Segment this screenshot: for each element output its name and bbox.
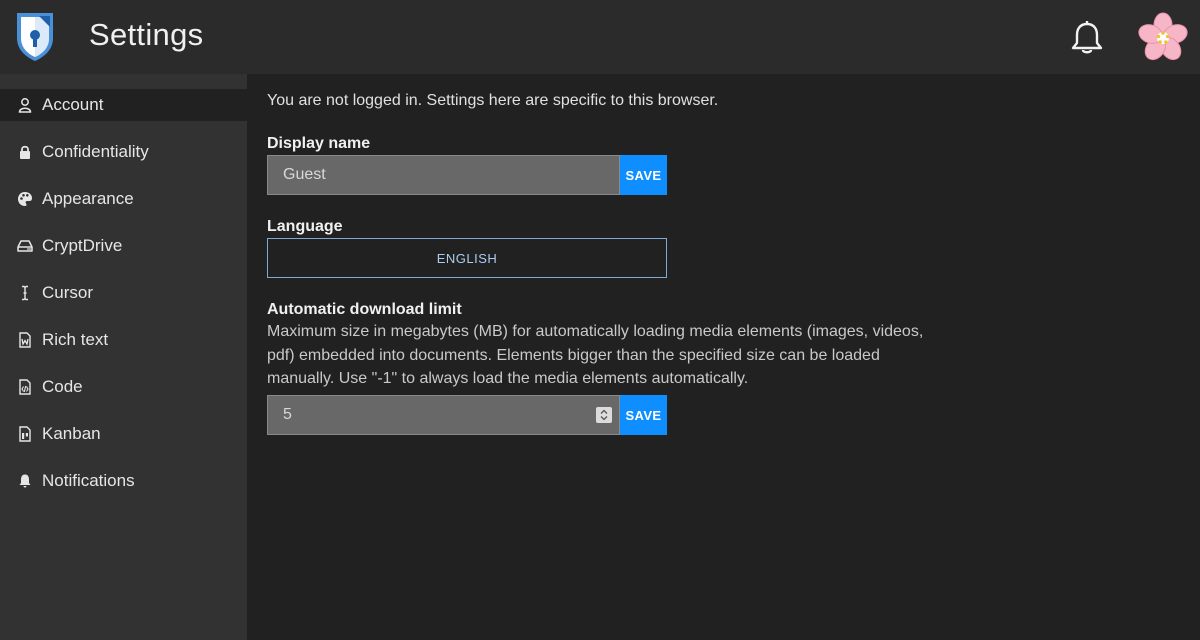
save-display-name-button[interactable]: SAVE bbox=[620, 155, 667, 195]
cryptpad-logo-icon bbox=[17, 13, 53, 61]
rich-text-file-icon bbox=[16, 331, 34, 349]
kanban-file-icon bbox=[16, 425, 34, 443]
sidebar-item-confidentiality[interactable]: Confidentiality bbox=[0, 136, 247, 168]
save-download-limit-button[interactable]: SAVE bbox=[620, 395, 667, 435]
sidebar-item-code[interactable]: Code bbox=[0, 371, 247, 403]
sidebar-item-label: Notifications bbox=[42, 471, 135, 490]
text-cursor-icon bbox=[16, 284, 34, 302]
sidebar-item-label: CryptDrive bbox=[42, 236, 123, 255]
code-file-icon bbox=[16, 378, 34, 396]
sidebar-item-rich-text[interactable]: Rich text bbox=[0, 324, 247, 356]
sidebar-item-notifications[interactable]: Notifications bbox=[0, 465, 247, 497]
download-limit-description: Maximum size in megabytes (MB) for autom… bbox=[267, 323, 924, 387]
sidebar-item-label: Cursor bbox=[42, 283, 94, 302]
page-title: Settings bbox=[89, 17, 204, 52]
download-limit-input[interactable] bbox=[267, 395, 620, 435]
settings-main: You are not logged in. Settings here are… bbox=[247, 74, 1200, 640]
language-selected-value: ENGLISH bbox=[436, 250, 498, 266]
palette-icon bbox=[16, 190, 34, 208]
sidebar-item-cursor[interactable]: Cursor bbox=[0, 277, 247, 309]
login-notice: You are not logged in. Settings here are… bbox=[267, 92, 719, 109]
user-icon bbox=[16, 96, 34, 114]
language-dropdown[interactable]: ENGLISH bbox=[267, 238, 667, 278]
sidebar-item-kanban[interactable]: Kanban bbox=[0, 418, 247, 450]
sidebar-item-label: Appearance bbox=[42, 189, 134, 208]
sidebar-item-label: Code bbox=[42, 377, 83, 396]
number-spinner-icon[interactable] bbox=[596, 407, 612, 423]
sidebar-item-cryptdrive[interactable]: CryptDrive bbox=[0, 230, 247, 262]
display-name-input[interactable] bbox=[267, 155, 620, 195]
sidebar-item-label: Account bbox=[42, 95, 104, 114]
sidebar-item-label: Kanban bbox=[42, 424, 101, 443]
cherry-blossom-avatar[interactable] bbox=[1137, 12, 1189, 64]
lock-icon bbox=[16, 143, 34, 161]
sidebar-item-label: Confidentiality bbox=[42, 142, 149, 161]
bell-icon[interactable] bbox=[1068, 20, 1106, 56]
download-limit-label: Automatic download limit bbox=[267, 301, 462, 318]
display-name-label: Display name bbox=[267, 135, 371, 152]
sidebar-item-label: Rich text bbox=[42, 330, 109, 349]
sidebar: Account Confidentiality Appearance Crypt… bbox=[0, 74, 247, 640]
bell-icon bbox=[16, 472, 34, 490]
settings-app: Settings Account Confidentiality Appeara… bbox=[0, 0, 1200, 640]
language-label: Language bbox=[267, 218, 343, 235]
sidebar-item-account[interactable]: Account bbox=[0, 89, 247, 121]
hard-drive-icon bbox=[16, 237, 34, 255]
sidebar-item-appearance[interactable]: Appearance bbox=[0, 183, 247, 215]
top-bar: Settings bbox=[0, 0, 1200, 74]
